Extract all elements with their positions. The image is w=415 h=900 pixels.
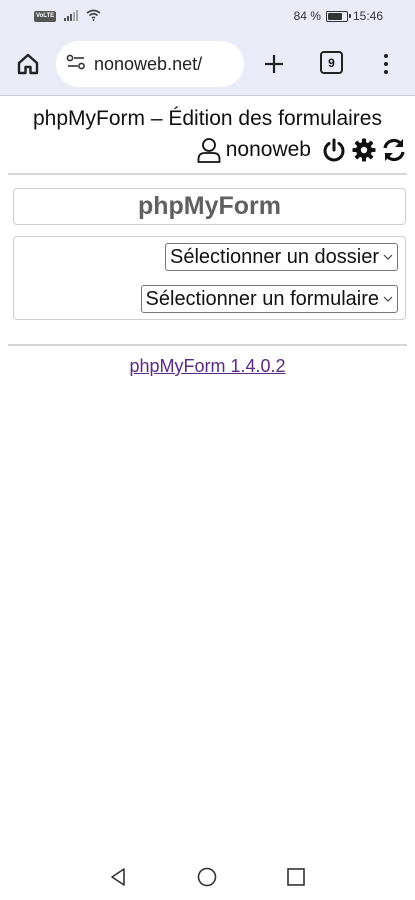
home-circle-icon[interactable] xyxy=(196,866,218,892)
page-content: phpMyForm – Édition des formulaires nono… xyxy=(0,97,415,377)
battery-icon xyxy=(325,10,351,22)
chevron-down-icon xyxy=(383,294,393,304)
system-nav-bar xyxy=(0,858,415,900)
app-name: phpMyForm xyxy=(137,192,282,220)
gear-icon[interactable] xyxy=(351,137,377,163)
power-icon[interactable] xyxy=(321,137,347,163)
form-select-value: Sélectionner un formulaire xyxy=(145,287,379,310)
tabs-icon[interactable]: 9 xyxy=(320,51,343,74)
version-link[interactable]: phpMyForm 1.4.0.2 xyxy=(0,356,415,377)
divider xyxy=(8,173,407,175)
user-toolbar: nonoweb xyxy=(0,133,415,167)
folder-select-value: Sélectionner un dossier xyxy=(169,245,379,268)
new-tab-icon xyxy=(265,55,283,73)
status-bar: VoLTE 84 % 15:46 xyxy=(0,0,415,32)
home-icon xyxy=(17,53,39,75)
browser-toolbar: nonoweb.net/ 9 xyxy=(0,32,415,96)
status-left: VoLTE xyxy=(34,9,101,24)
volte-badge: VoLTE xyxy=(34,11,57,22)
username[interactable]: nonoweb xyxy=(226,138,311,162)
refresh-icon[interactable] xyxy=(381,137,407,163)
address-bar[interactable]: nonoweb.net/ xyxy=(56,41,244,87)
wifi-icon xyxy=(86,9,101,24)
page-title: phpMyForm – Édition des formulaires xyxy=(33,107,382,130)
site-settings-icon[interactable] xyxy=(66,54,86,74)
new-tab-button[interactable] xyxy=(262,52,286,76)
user-icon[interactable] xyxy=(196,137,222,163)
more-menu-icon[interactable] xyxy=(380,52,392,76)
chevron-down-icon xyxy=(383,252,393,262)
selection-panel: Sélectionner un dossier Sélectionner un … xyxy=(13,236,406,320)
recent-apps-icon[interactable] xyxy=(286,867,306,891)
signal-icon xyxy=(64,9,79,24)
back-icon[interactable] xyxy=(108,866,130,892)
home-button[interactable] xyxy=(14,50,42,78)
status-right: 84 % 15:46 xyxy=(294,9,383,23)
app-header-box: phpMyForm xyxy=(13,188,406,225)
form-select[interactable]: Sélectionner un formulaire xyxy=(140,285,398,313)
battery-percent: 84 % xyxy=(293,9,321,23)
folder-select[interactable]: Sélectionner un dossier xyxy=(164,243,398,271)
divider xyxy=(8,344,407,346)
battery-fill xyxy=(327,12,343,20)
clock: 15:46 xyxy=(352,9,383,23)
url-text: nonoweb.net/ xyxy=(94,53,203,74)
